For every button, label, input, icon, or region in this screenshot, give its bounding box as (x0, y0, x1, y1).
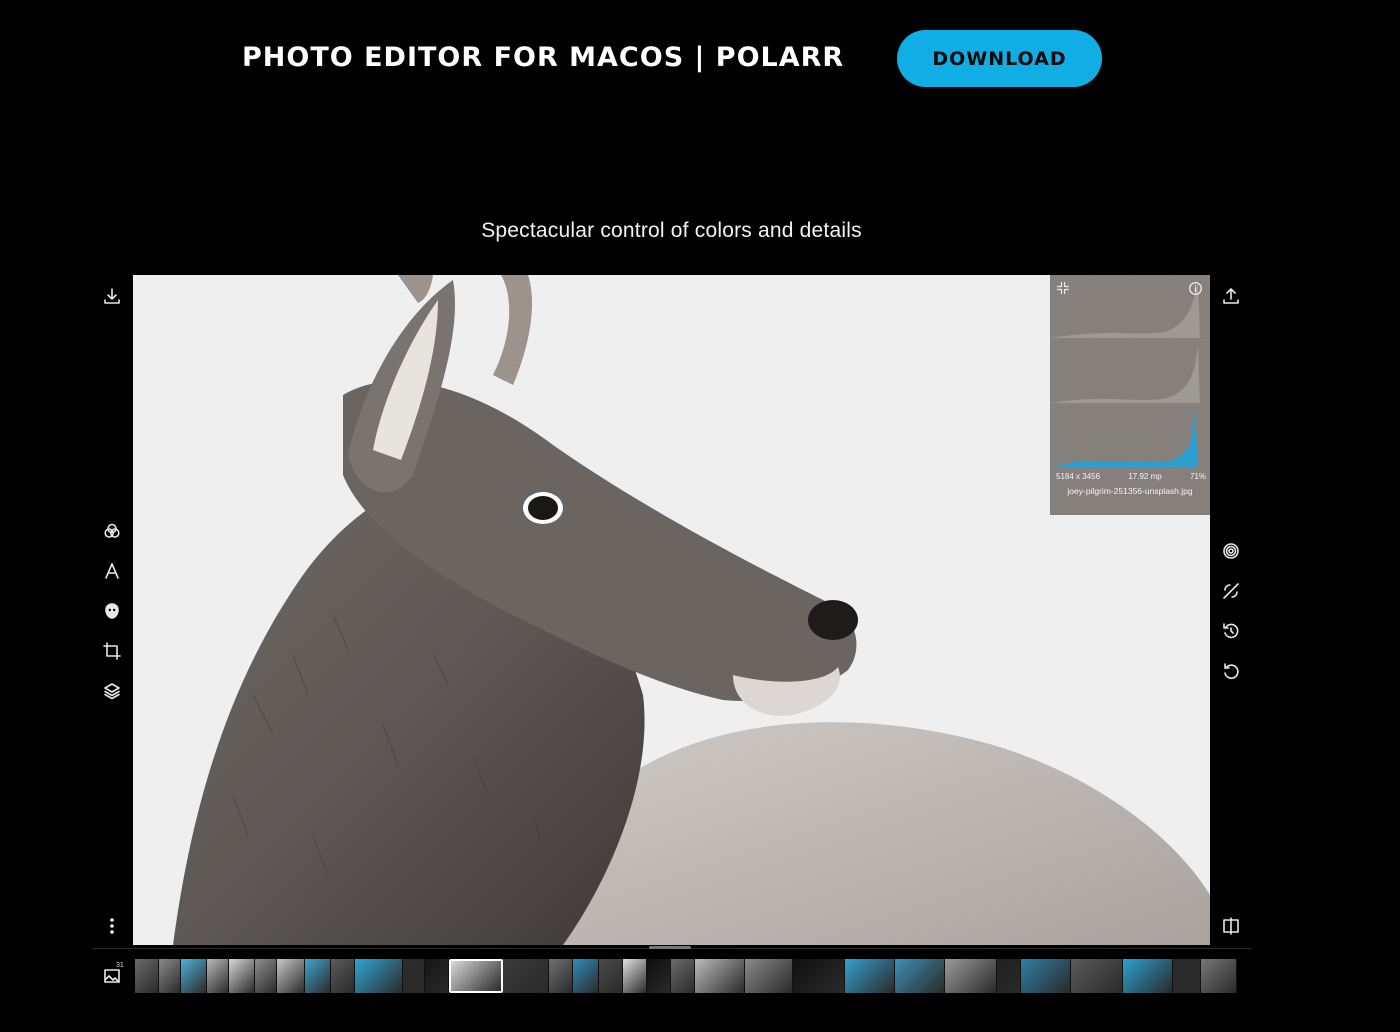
filmstrip-thumbnail[interactable] (671, 959, 695, 993)
filmstrip-thumbnail[interactable] (207, 959, 229, 993)
photo-canvas[interactable] (133, 275, 1210, 945)
more-icon[interactable] (101, 915, 123, 937)
split-view-icon[interactable] (1220, 915, 1242, 937)
filmstrip-thumbnail[interactable] (895, 959, 945, 993)
filmstrip-thumbnail[interactable] (305, 959, 331, 993)
filmstrip-thumbnail[interactable] (181, 959, 207, 993)
filmstrip[interactable] (135, 959, 1251, 993)
filmstrip-thumbnail[interactable] (355, 959, 403, 993)
image-megapixels: 17.92 mp (1128, 472, 1162, 481)
filmstrip-thumbnail[interactable] (1123, 959, 1173, 993)
history-icon[interactable] (1220, 620, 1242, 642)
layers-icon[interactable] (101, 680, 123, 702)
filmstrip-thumbnail[interactable] (745, 959, 793, 993)
filmstrip-thumbnail[interactable] (599, 959, 623, 993)
text-icon[interactable] (101, 560, 123, 582)
filmstrip-thumbnail[interactable] (623, 959, 647, 993)
deer-photo (173, 275, 1210, 945)
filmstrip-thumbnail[interactable] (229, 959, 255, 993)
filmstrip-thumbnail[interactable] (135, 959, 159, 993)
filmstrip-thumbnail[interactable] (277, 959, 305, 993)
adjust-icon[interactable] (1220, 540, 1242, 562)
filmstrip-thumbnail[interactable] (647, 959, 671, 993)
section-subtitle: Spectacular control of colors and detail… (481, 219, 862, 242)
compare-icon[interactable] (1220, 580, 1242, 602)
gallery-count: 31 (116, 962, 124, 969)
filmstrip-thumbnail-selected[interactable] (449, 959, 503, 993)
reset-icon[interactable] (1220, 660, 1242, 682)
filters-icon[interactable] (101, 520, 123, 542)
filmstrip-thumbnail[interactable] (1021, 959, 1071, 993)
image-filename: joey-pilgrim-251356-unsplash.jpg (1067, 486, 1193, 496)
face-icon[interactable] (101, 600, 123, 622)
crop-icon[interactable] (101, 640, 123, 662)
filmstrip-thumbnail[interactable] (1201, 959, 1237, 993)
filmstrip-thumbnail[interactable] (425, 959, 449, 993)
image-dimensions: 5184 x 3456 (1056, 472, 1101, 481)
info-icon[interactable] (1186, 279, 1204, 297)
filmstrip-thumbnail[interactable] (403, 959, 425, 993)
filmstrip-thumbnail[interactable] (573, 959, 599, 993)
histogram-panel: 5184 x 3456 17.92 mp 71% joey-pilgrim-25… (1050, 275, 1210, 515)
image-meta: 5184 x 3456 17.92 mp 71% (1056, 472, 1206, 484)
filmstrip-thumbnail[interactable] (159, 959, 181, 993)
download-button[interactable]: DOWNLOAD (897, 30, 1102, 87)
filmstrip-thumbnail[interactable] (549, 959, 573, 993)
zoom-level: 71% (1189, 472, 1206, 481)
filmstrip-thumbnail[interactable] (331, 959, 355, 993)
download-icon[interactable] (101, 285, 123, 307)
filmstrip-thumbnail[interactable] (255, 959, 277, 993)
filmstrip-thumbnail[interactable] (503, 959, 549, 993)
filmstrip-thumbnail[interactable] (793, 959, 845, 993)
filmstrip-handle[interactable] (649, 946, 691, 949)
page-title: PHOTO EDITOR FOR MACOS | POLARR (242, 42, 845, 73)
filmstrip-thumbnail[interactable] (845, 959, 895, 993)
collapse-icon[interactable] (1054, 279, 1072, 297)
filmstrip-thumbnail[interactable] (1071, 959, 1123, 993)
filmstrip-thumbnail[interactable] (997, 959, 1021, 993)
filmstrip-thumbnail[interactable] (695, 959, 745, 993)
filmstrip-thumbnail[interactable] (945, 959, 997, 993)
export-icon[interactable] (1220, 285, 1242, 307)
filmstrip-thumbnail[interactable] (1173, 959, 1201, 993)
